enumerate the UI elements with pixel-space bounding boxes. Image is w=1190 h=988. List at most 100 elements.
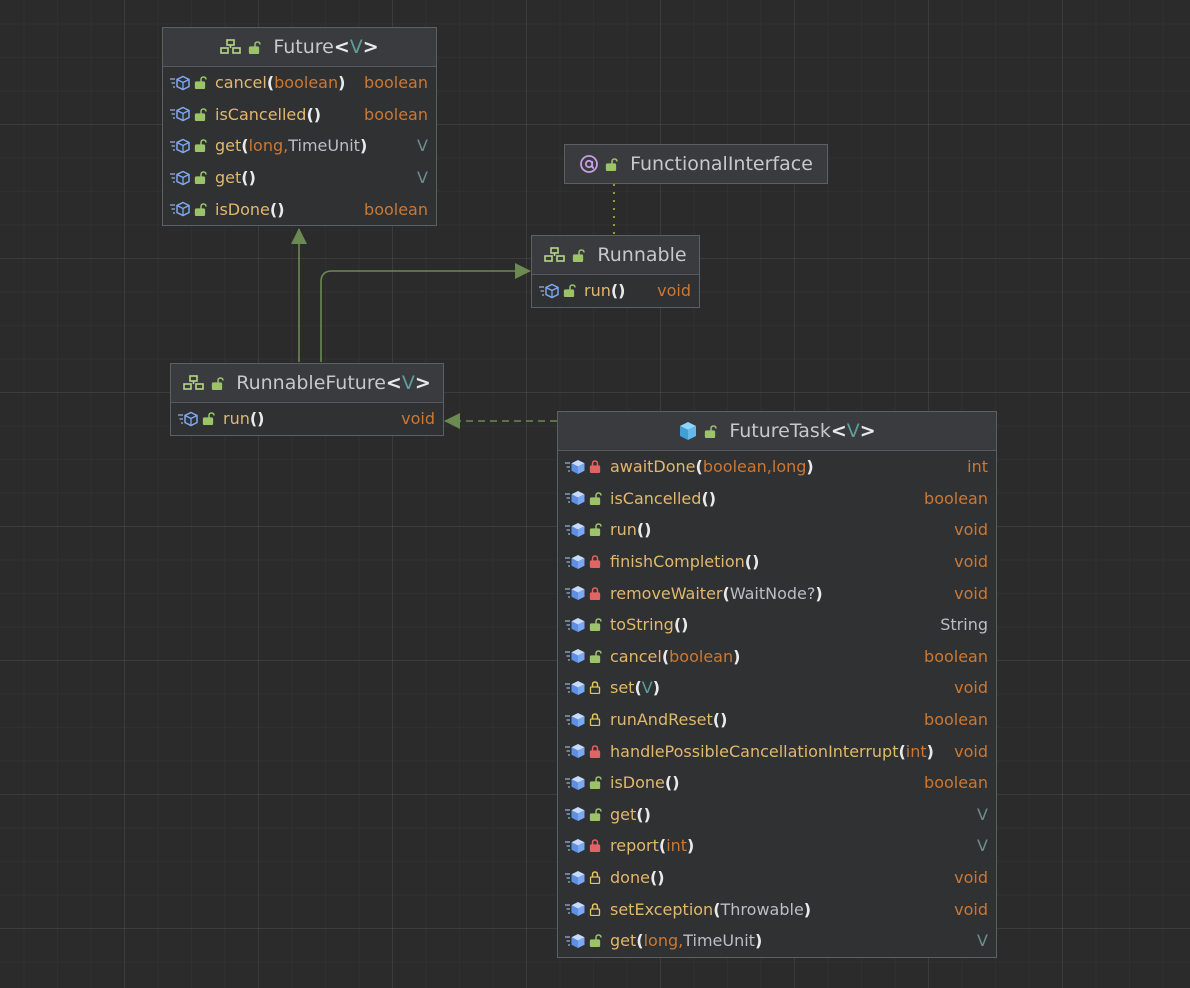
node-title: RunnableFuture<V>	[236, 372, 431, 394]
method-row[interactable]: run() void	[558, 514, 996, 546]
paren-open: (	[634, 678, 642, 698]
return-type: boolean	[924, 710, 988, 730]
return-type: V	[977, 931, 988, 951]
lock-icon	[589, 555, 601, 569]
paren-close: )	[248, 168, 256, 188]
method-row[interactable]: isCancelled() boolean	[163, 99, 436, 131]
method-icons	[564, 775, 602, 791]
method-row[interactable]: cancel(boolean) boolean	[163, 67, 436, 99]
method-row[interactable]: cancel(boolean) boolean	[558, 641, 996, 673]
unlock-icon	[212, 376, 224, 390]
paren-close: )	[720, 710, 728, 730]
node-name: FutureTask	[729, 420, 831, 442]
method-name: setException	[610, 899, 714, 919]
method-row[interactable]: get() V	[163, 162, 436, 194]
paren-close: )	[681, 615, 689, 635]
method-row[interactable]: run() void	[171, 403, 443, 435]
method-icon	[565, 775, 585, 790]
method-row[interactable]: toString() String	[558, 609, 996, 641]
return-type: boolean	[924, 488, 988, 508]
method-row[interactable]: done() void	[558, 862, 996, 894]
method-name: set	[610, 678, 635, 698]
paren-close: )	[652, 678, 661, 698]
method-name: get	[610, 804, 637, 824]
edge-runnablefuture-extends-runnable[interactable]	[320, 263, 531, 362]
paren-open: (	[269, 199, 278, 219]
method-icons	[169, 201, 207, 217]
paren-open: (	[701, 488, 709, 508]
runnablefuture-header[interactable]: RunnableFuture<V>	[171, 364, 443, 403]
unlock-icon	[194, 139, 207, 153]
paren-open: (	[661, 646, 670, 666]
return-type: void	[954, 741, 988, 761]
method-row[interactable]: report(int) V	[558, 830, 996, 862]
runnable-interface-node[interactable]: Runnable run() void	[531, 235, 700, 308]
paren-open: (	[898, 741, 906, 761]
paren-close: )	[672, 773, 680, 793]
method-row[interactable]: handlePossibleCancellationInterrupt(int)…	[558, 735, 996, 767]
futuretask-class-node[interactable]: FutureTask<V> awaitDone(boolean, long) int…	[557, 411, 997, 958]
unlock-icon	[589, 808, 602, 821]
return-type: void	[954, 899, 988, 919]
method-name: isDone	[215, 199, 270, 219]
param-type: long	[248, 136, 284, 156]
paren-close: )	[257, 409, 265, 429]
method-row[interactable]: isDone() boolean	[163, 193, 436, 225]
param-type: TimeUnit	[683, 931, 755, 951]
method-icons	[169, 75, 207, 91]
interface-icon	[220, 39, 242, 54]
interface-icon	[544, 247, 566, 262]
method-row[interactable]: get() V	[558, 799, 996, 831]
method-row[interactable]: runAndReset() boolean	[558, 704, 996, 736]
method-row[interactable]: run() void	[532, 275, 699, 307]
param-type: long	[771, 457, 807, 477]
node-title: Runnable	[597, 244, 686, 266]
method-row[interactable]: isDone() boolean	[558, 767, 996, 799]
paren-close: )	[687, 836, 695, 856]
return-type: V	[417, 136, 428, 156]
paren-close: )	[618, 281, 626, 301]
method-row[interactable]: setException(Throwable) void	[558, 893, 996, 925]
method-icons	[564, 806, 602, 822]
method-name: isDone	[610, 773, 665, 793]
method-name: report	[610, 836, 659, 856]
method-icon	[565, 554, 585, 569]
method-row[interactable]: awaitDone(boolean, long) int	[558, 451, 996, 483]
method-row[interactable]: isCancelled() boolean	[558, 483, 996, 515]
method-row[interactable]: set(V) void	[558, 672, 996, 704]
generic-type-param: V	[349, 36, 363, 58]
param-type: boolean	[702, 457, 767, 477]
method-icon	[565, 902, 585, 917]
futuretask-header[interactable]: FutureTask<V>	[558, 412, 996, 451]
method-name: isCancelled	[215, 104, 307, 124]
node-name: Runnable	[597, 244, 687, 266]
method-icons	[564, 648, 602, 664]
method-row[interactable]: get(long, TimeUnit) V	[558, 925, 996, 957]
unlock-icon	[589, 492, 602, 505]
method-name: cancel	[610, 646, 662, 666]
paren-close: )	[806, 457, 814, 477]
runnable-header[interactable]: Runnable	[532, 236, 699, 275]
method-name: isCancelled	[610, 488, 702, 508]
paren-close: )	[657, 868, 665, 888]
param-type: WaitNode?	[729, 583, 816, 603]
future-interface-node[interactable]: Future<V> cancel(boolean) boolean isCancell…	[162, 27, 437, 226]
paren-open: (	[266, 73, 275, 93]
abstract-method-icon	[178, 411, 198, 427]
method-row[interactable]: get(long, TimeUnit) V	[163, 130, 436, 162]
functionalinterface-annotation-node[interactable]: FunctionalInterface	[564, 144, 828, 184]
method-icon	[565, 491, 585, 506]
method-row[interactable]: finishCompletion() void	[558, 546, 996, 578]
future-header[interactable]: Future<V>	[163, 28, 436, 67]
unlock-icon	[589, 934, 602, 948]
paren-close: )	[277, 199, 285, 219]
lock-outline-icon	[589, 902, 601, 916]
method-row[interactable]: removeWaiter(WaitNode?) void	[558, 577, 996, 609]
runnablefuture-interface-node[interactable]: RunnableFuture<V> run() void	[170, 363, 444, 436]
functional-header[interactable]: FunctionalInterface	[565, 145, 827, 183]
method-name: get	[215, 136, 242, 156]
paren-open: (	[673, 615, 682, 635]
method-name: run	[610, 520, 637, 540]
class-icon	[680, 422, 697, 440]
paren-open: (	[610, 281, 619, 301]
